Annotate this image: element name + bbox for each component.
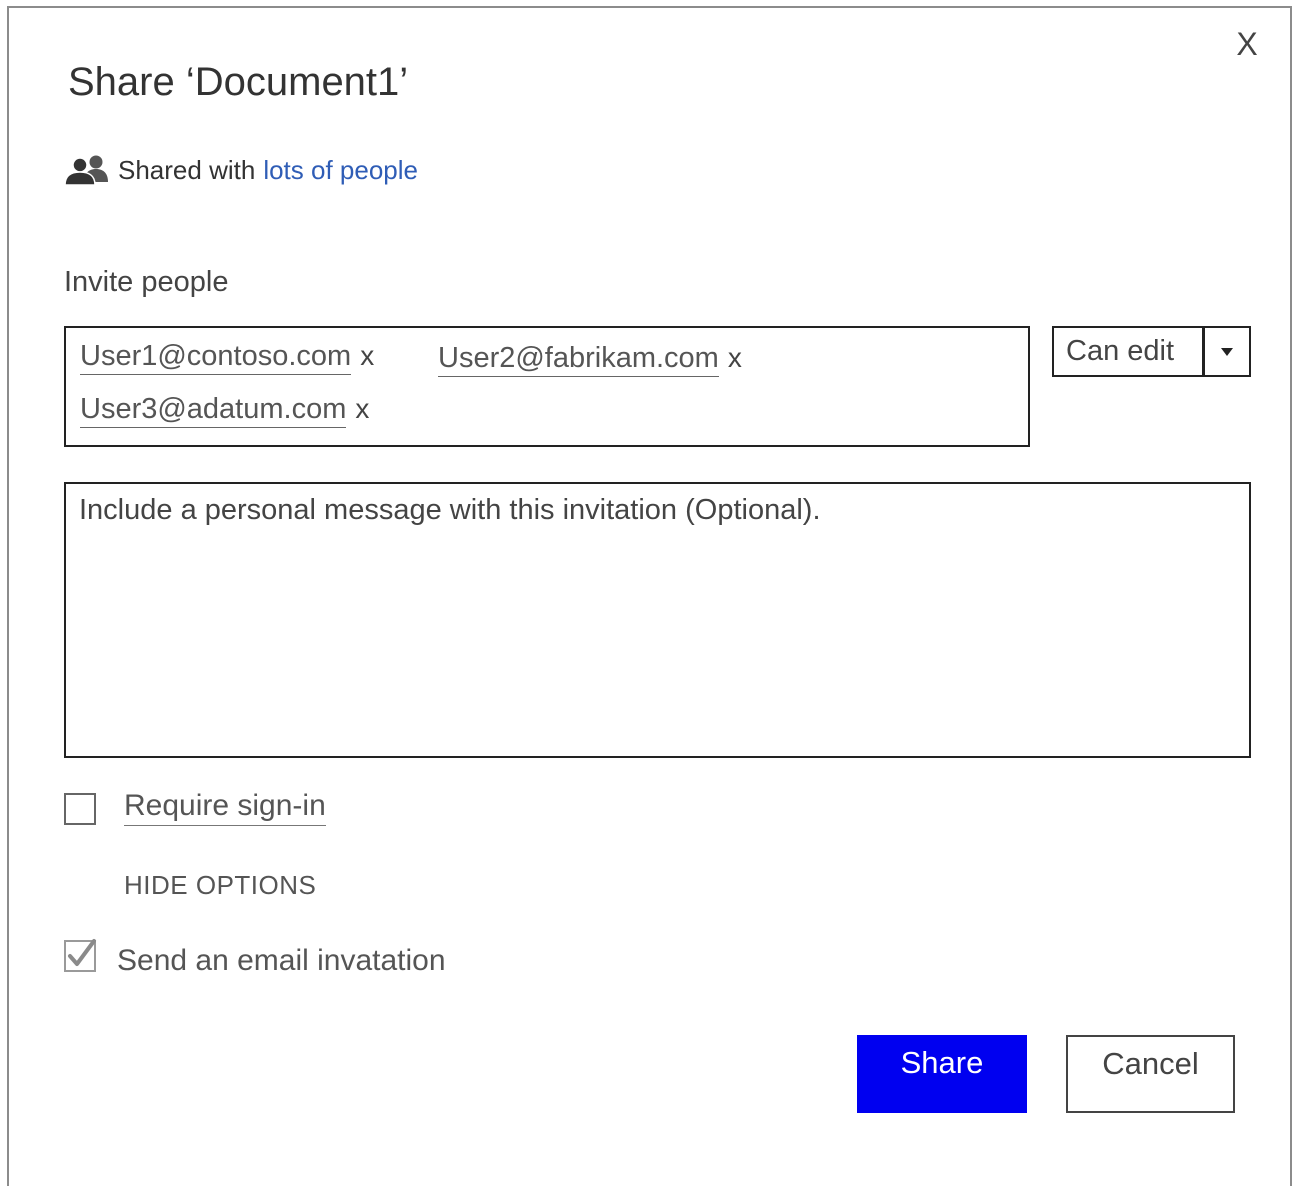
people-icon	[64, 154, 110, 186]
invite-people-label: Invite people	[64, 266, 229, 298]
cancel-button[interactable]: Cancel	[1066, 1035, 1235, 1113]
share-dialog: X Share ‘Document1’ Shared with lots of …	[7, 6, 1292, 1186]
recipient-chip: User1@contoso.com x	[80, 340, 374, 375]
permission-dropdown[interactable]: Can edit	[1052, 326, 1251, 377]
recipient-email: User2@fabrikam.com	[438, 342, 719, 377]
remove-recipient-button[interactable]: x	[728, 342, 742, 374]
caret-down-icon[interactable]	[1202, 328, 1249, 375]
remove-recipient-button[interactable]: x	[360, 340, 374, 372]
shared-with-row: Shared with lots of people	[64, 154, 418, 186]
remove-recipient-button[interactable]: x	[355, 393, 369, 425]
recipient-email: User3@adatum.com	[80, 393, 347, 428]
recipient-chip: User2@fabrikam.com x	[438, 342, 742, 377]
recipients-input[interactable]: User1@contoso.com x User2@fabrikam.com x…	[64, 326, 1030, 447]
permission-value: Can edit	[1066, 335, 1175, 367]
require-signin-checkbox[interactable]	[64, 793, 96, 825]
send-email-label: Send an email invatation	[117, 944, 446, 977]
message-textarea[interactable]: Include a personal message with this inv…	[64, 482, 1251, 758]
recipient-email: User1@contoso.com	[80, 340, 352, 375]
message-placeholder: Include a personal message with this inv…	[79, 494, 821, 526]
hide-options-toggle[interactable]: HIDE OPTIONS	[124, 870, 316, 901]
close-button[interactable]: X	[1233, 26, 1261, 62]
shared-with-label: Shared with	[118, 154, 256, 185]
share-button[interactable]: Share	[857, 1035, 1027, 1113]
recipient-chip: User3@adatum.com x	[80, 393, 369, 428]
require-signin-label[interactable]: Require sign-in	[124, 789, 326, 826]
dialog-title: Share ‘Document1’	[68, 60, 409, 104]
shared-people-link[interactable]: lots of people	[263, 155, 418, 186]
send-email-checkbox[interactable]	[64, 938, 98, 972]
